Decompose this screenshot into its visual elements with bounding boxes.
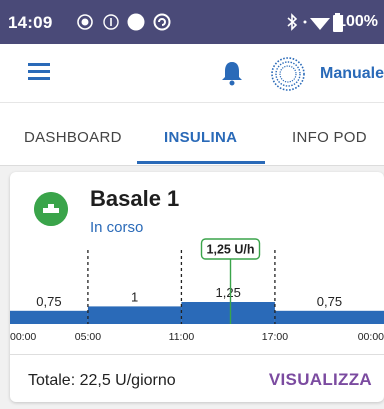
x-tick-label: 00:00	[10, 331, 36, 343]
x-tick-label: 00:00	[358, 331, 384, 343]
total-value: 22,5 U/giorno	[79, 372, 176, 389]
bell-icon[interactable]	[221, 60, 243, 86]
basal-segment-label: 0,75	[317, 294, 342, 309]
total-daily: Totale: 22,5 U/giorno	[28, 372, 176, 390]
basal-segment-label: 1,25	[216, 285, 241, 300]
status-bar: 14:09 100%	[0, 0, 384, 44]
pod-status-icon[interactable]	[270, 56, 306, 92]
view-button[interactable]: VISUALIZZA	[269, 370, 372, 390]
bluetooth-icon	[287, 13, 298, 31]
basal-segment-bar	[10, 310, 88, 324]
tab-insulina[interactable]: INSULINA	[164, 129, 237, 146]
active-tab-indicator	[137, 161, 265, 164]
record-icon	[77, 14, 93, 30]
basal-chart: 0,75 1 1,25 0,75 00:00 05:00 11:00 17:00 00:00 1,…	[10, 238, 384, 343]
mode-label[interactable]: Manuale	[320, 65, 384, 83]
hamburger-menu-icon[interactable]	[28, 63, 50, 81]
current-rate-label: 1,25 U/h	[207, 243, 255, 257]
dot-icon	[127, 13, 145, 31]
x-tick-label: 17:00	[262, 331, 288, 343]
wifi-icon	[303, 18, 330, 30]
tab-dashboard[interactable]: DASHBOARD	[24, 129, 122, 146]
battery-percent: 100%	[337, 13, 378, 30]
card-footer: Totale: 22,5 U/giorno VISUALIZZA	[10, 354, 384, 402]
sync-icon	[153, 13, 171, 31]
tab-bar: DASHBOARD INSULINA INFO POD	[0, 102, 384, 166]
basal-segment-bar	[274, 310, 384, 324]
x-tick-label: 05:00	[75, 331, 101, 343]
basal-segment-label: 0,75	[36, 294, 61, 309]
status-time: 14:09	[8, 13, 53, 32]
tab-info-pod[interactable]: INFO POD	[292, 129, 367, 146]
basal-card: Basale 1 In corso 0,75 1 1,25 0,75 00:00 05:0…	[10, 172, 384, 402]
x-tick-label: 11:00	[169, 331, 195, 343]
app-header: Manuale	[0, 44, 384, 102]
total-label: Totale:	[28, 372, 76, 389]
basal-segment-bar	[87, 306, 182, 324]
basal-segment-label: 1	[131, 289, 138, 304]
basal-segment-bar	[181, 302, 275, 324]
info-icon	[103, 14, 119, 30]
